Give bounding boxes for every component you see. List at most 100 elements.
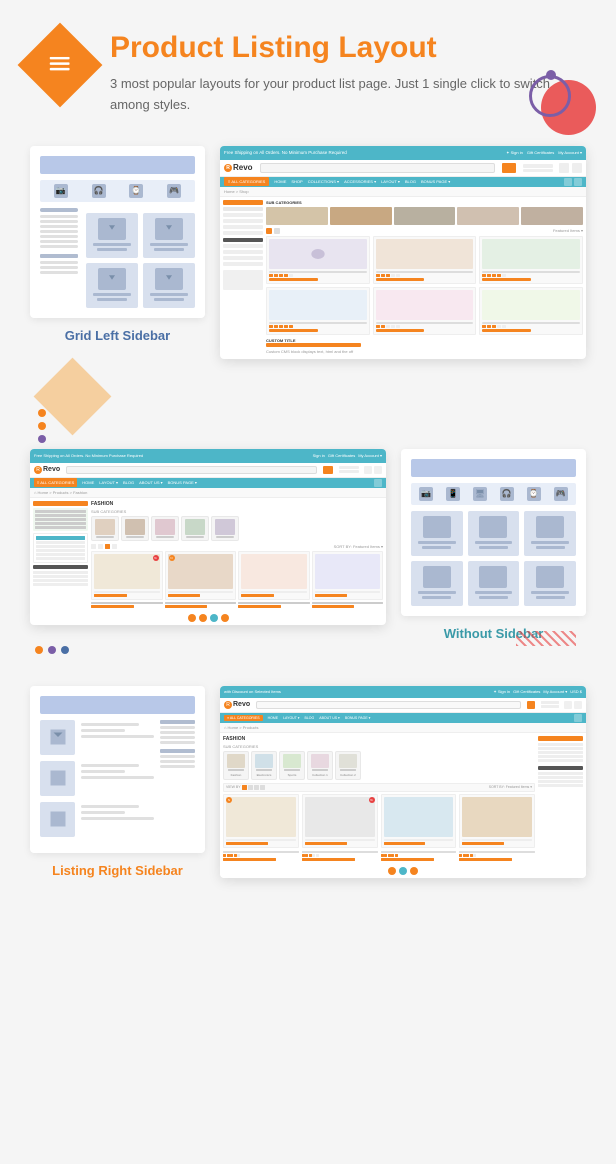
revo-search-button[interactable] bbox=[502, 163, 516, 173]
wf-ns-product-2 bbox=[468, 511, 520, 556]
revo-product-item-5 bbox=[373, 287, 477, 335]
wf-ns-product-1 bbox=[411, 511, 463, 556]
revo-subcat-handbags bbox=[181, 516, 209, 541]
listing-right-sidebar-label: Listing Right Sidebar bbox=[30, 863, 205, 878]
revo-all-cat-dropdown bbox=[33, 533, 88, 563]
wf-product-2 bbox=[143, 213, 195, 258]
revo-nav-layout[interactable]: LAYOUT ▾ bbox=[381, 179, 400, 184]
revo-l-nav-blog[interactable]: BLOG bbox=[123, 480, 134, 485]
grid-left-sidebar-wireframe: 📷 🎧 ⌚ 🎮 bbox=[30, 146, 205, 318]
wf-content-area bbox=[86, 208, 195, 308]
section-2-3-divider bbox=[30, 646, 586, 666]
revo-product-grid-3col bbox=[266, 236, 583, 335]
revo-product-5-img bbox=[376, 290, 474, 320]
wf-sidebar-line-11 bbox=[40, 271, 78, 274]
revo-lrs-right-sidebar bbox=[538, 736, 583, 861]
revo-listing-search bbox=[66, 466, 317, 474]
revo-nav-blog[interactable]: BLOG bbox=[405, 179, 416, 184]
dot-orange-2 bbox=[38, 422, 46, 430]
revo-all-categories-btn[interactable]: ≡ ALL CATEGORIES bbox=[224, 177, 269, 186]
wf-ns-product-img-2 bbox=[479, 516, 507, 538]
wf-product-img-1 bbox=[98, 218, 126, 240]
revo-product-4-img bbox=[269, 290, 367, 320]
revo-nav-accessories[interactable]: ACCESSORIES ▾ bbox=[344, 179, 376, 184]
revo-body: SUB CATEGORIES bbox=[220, 197, 586, 359]
wf-list-img-3 bbox=[40, 802, 75, 837]
headphone-icon: 🎧 bbox=[92, 184, 106, 198]
revo-cat-4 bbox=[457, 207, 519, 225]
wf-ns-product-img-4 bbox=[423, 566, 451, 588]
revo-l-nav-layout[interactable]: LAYOUT ▾ bbox=[99, 480, 118, 485]
revo-lrs-prod-4 bbox=[459, 794, 535, 848]
revo-subcat-clothing bbox=[91, 516, 119, 541]
camera-icon: 📷 bbox=[54, 184, 68, 198]
revo-logo: R Revo bbox=[224, 163, 253, 172]
revo-cat-5 bbox=[521, 207, 583, 225]
wf-product-3 bbox=[86, 263, 138, 308]
monitor-icon-ns: 🖥 bbox=[473, 487, 487, 501]
wf-sidebar-line-6 bbox=[40, 235, 78, 238]
wf-lrs-main bbox=[40, 720, 154, 843]
revo-custom-title-line bbox=[266, 343, 361, 347]
revo-lrs-sc-4: Collection 1 bbox=[307, 751, 333, 780]
without-sidebar-row: Free Shipping on All Orders. No Minimum … bbox=[30, 449, 586, 641]
wf-product-4 bbox=[143, 263, 195, 308]
revo-l-nav-home[interactable]: HOME bbox=[82, 480, 94, 485]
wf-ns-product-img-5 bbox=[479, 566, 507, 588]
revo-lrs-sc-3: Sports bbox=[279, 751, 305, 780]
revo-lrs-body: FASHION SUB CATEGORIES Fashion bbox=[220, 733, 586, 864]
headphone-icon-ns: 🎧 bbox=[500, 487, 514, 501]
wf-product-img-3 bbox=[98, 268, 126, 290]
wf-lrs-sidebar bbox=[160, 720, 195, 843]
revo-l-nav-bonus[interactable]: BONUS PAGE ▾ bbox=[168, 480, 197, 485]
side-dots-left-1 bbox=[38, 409, 46, 443]
listing-right-sidebar-row: Listing Right Sidebar with Discount on S… bbox=[30, 686, 586, 878]
revo-nav-bonus[interactable]: BONUS PAGE ▾ bbox=[421, 179, 450, 184]
revo-brand-name: Revo bbox=[233, 163, 253, 172]
revo-account-area bbox=[523, 164, 553, 172]
phone-icon-ns: 📱 bbox=[446, 487, 460, 501]
red-stripe-deco bbox=[516, 631, 576, 646]
revo-search-bar bbox=[260, 163, 495, 173]
revo-l-nav-aboutus[interactable]: ABOUT US ▾ bbox=[139, 480, 163, 485]
revo-lrs-subcat-row: Fashion Electronics Sports bbox=[223, 751, 535, 780]
dot-p-1 bbox=[48, 646, 56, 654]
wf-nosidebar-header bbox=[411, 459, 576, 477]
revo-subcat-dresses bbox=[151, 516, 179, 541]
wf-ns-product-img-3 bbox=[536, 516, 564, 538]
revo-sort-label: Featured Items ▾ bbox=[553, 228, 583, 233]
revo-main-header: R Revo bbox=[220, 160, 586, 177]
revo-listing-nav: ≡ ALL CATEGORIES HOME LAYOUT ▾ BLOG ABOU… bbox=[30, 478, 386, 488]
top-right-decoration bbox=[521, 70, 601, 150]
revo-lrs-sort-bar: VIEW BY SORT BY: Featured Items ▾ bbox=[223, 783, 535, 792]
revo-lrs-sc-5: Collection 2 bbox=[335, 751, 361, 780]
revo-listing-right-screenshot: with Discount on Selected Items ✦ Sign i… bbox=[220, 686, 586, 878]
revo-lrs-prod-1: N bbox=[223, 794, 299, 848]
wf-list-img-1 bbox=[40, 720, 75, 755]
wf-ns-product-img-1 bbox=[423, 516, 451, 538]
grid-left-sidebar-label: Grid Left Sidebar bbox=[30, 328, 205, 343]
wf-ns-product-4 bbox=[411, 561, 463, 606]
revo-listing-search-btn[interactable] bbox=[323, 466, 333, 474]
wf-header-bar bbox=[40, 156, 195, 174]
revo-product-item-2 bbox=[373, 236, 477, 284]
game-icon-ns: 🎮 bbox=[554, 487, 568, 501]
wf-product-1 bbox=[86, 213, 138, 258]
mid-screenshots-container: Free Shipping on All Orders. No Minimum … bbox=[30, 449, 586, 641]
revo-nav-collections[interactable]: COLLECTIONS ▾ bbox=[308, 179, 339, 184]
revo-nav-shop[interactable]: SHOP bbox=[291, 179, 302, 184]
revo-lrs-sc-1: Fashion bbox=[223, 751, 249, 780]
revo-lrs-header: R Revo bbox=[220, 698, 586, 713]
revo-cart-area bbox=[559, 163, 582, 173]
without-sidebar-col: 📷 📱 🖥 🎧 ⌚ 🎮 bbox=[401, 449, 586, 641]
revo-listing-prod-1: % bbox=[91, 551, 163, 600]
wf-sidebar-line-2 bbox=[40, 215, 78, 218]
revo-sub-cat-label: SUB CATEGORIES bbox=[91, 509, 383, 514]
wf-product-img-2 bbox=[155, 218, 183, 240]
revo-listing-prod-2: N bbox=[165, 551, 237, 600]
revo-nav-home[interactable]: HOME bbox=[274, 179, 286, 184]
header-text-block: Product Listing Layout 3 most popular la… bbox=[110, 30, 586, 116]
listing-right-sidebar-wireframe bbox=[30, 686, 205, 853]
revo-sub-cat-title: SUB CATEGORIES bbox=[266, 200, 583, 205]
revo-listing-all-cat-btn[interactable]: ≡ ALL CATEGORIES bbox=[34, 478, 77, 487]
